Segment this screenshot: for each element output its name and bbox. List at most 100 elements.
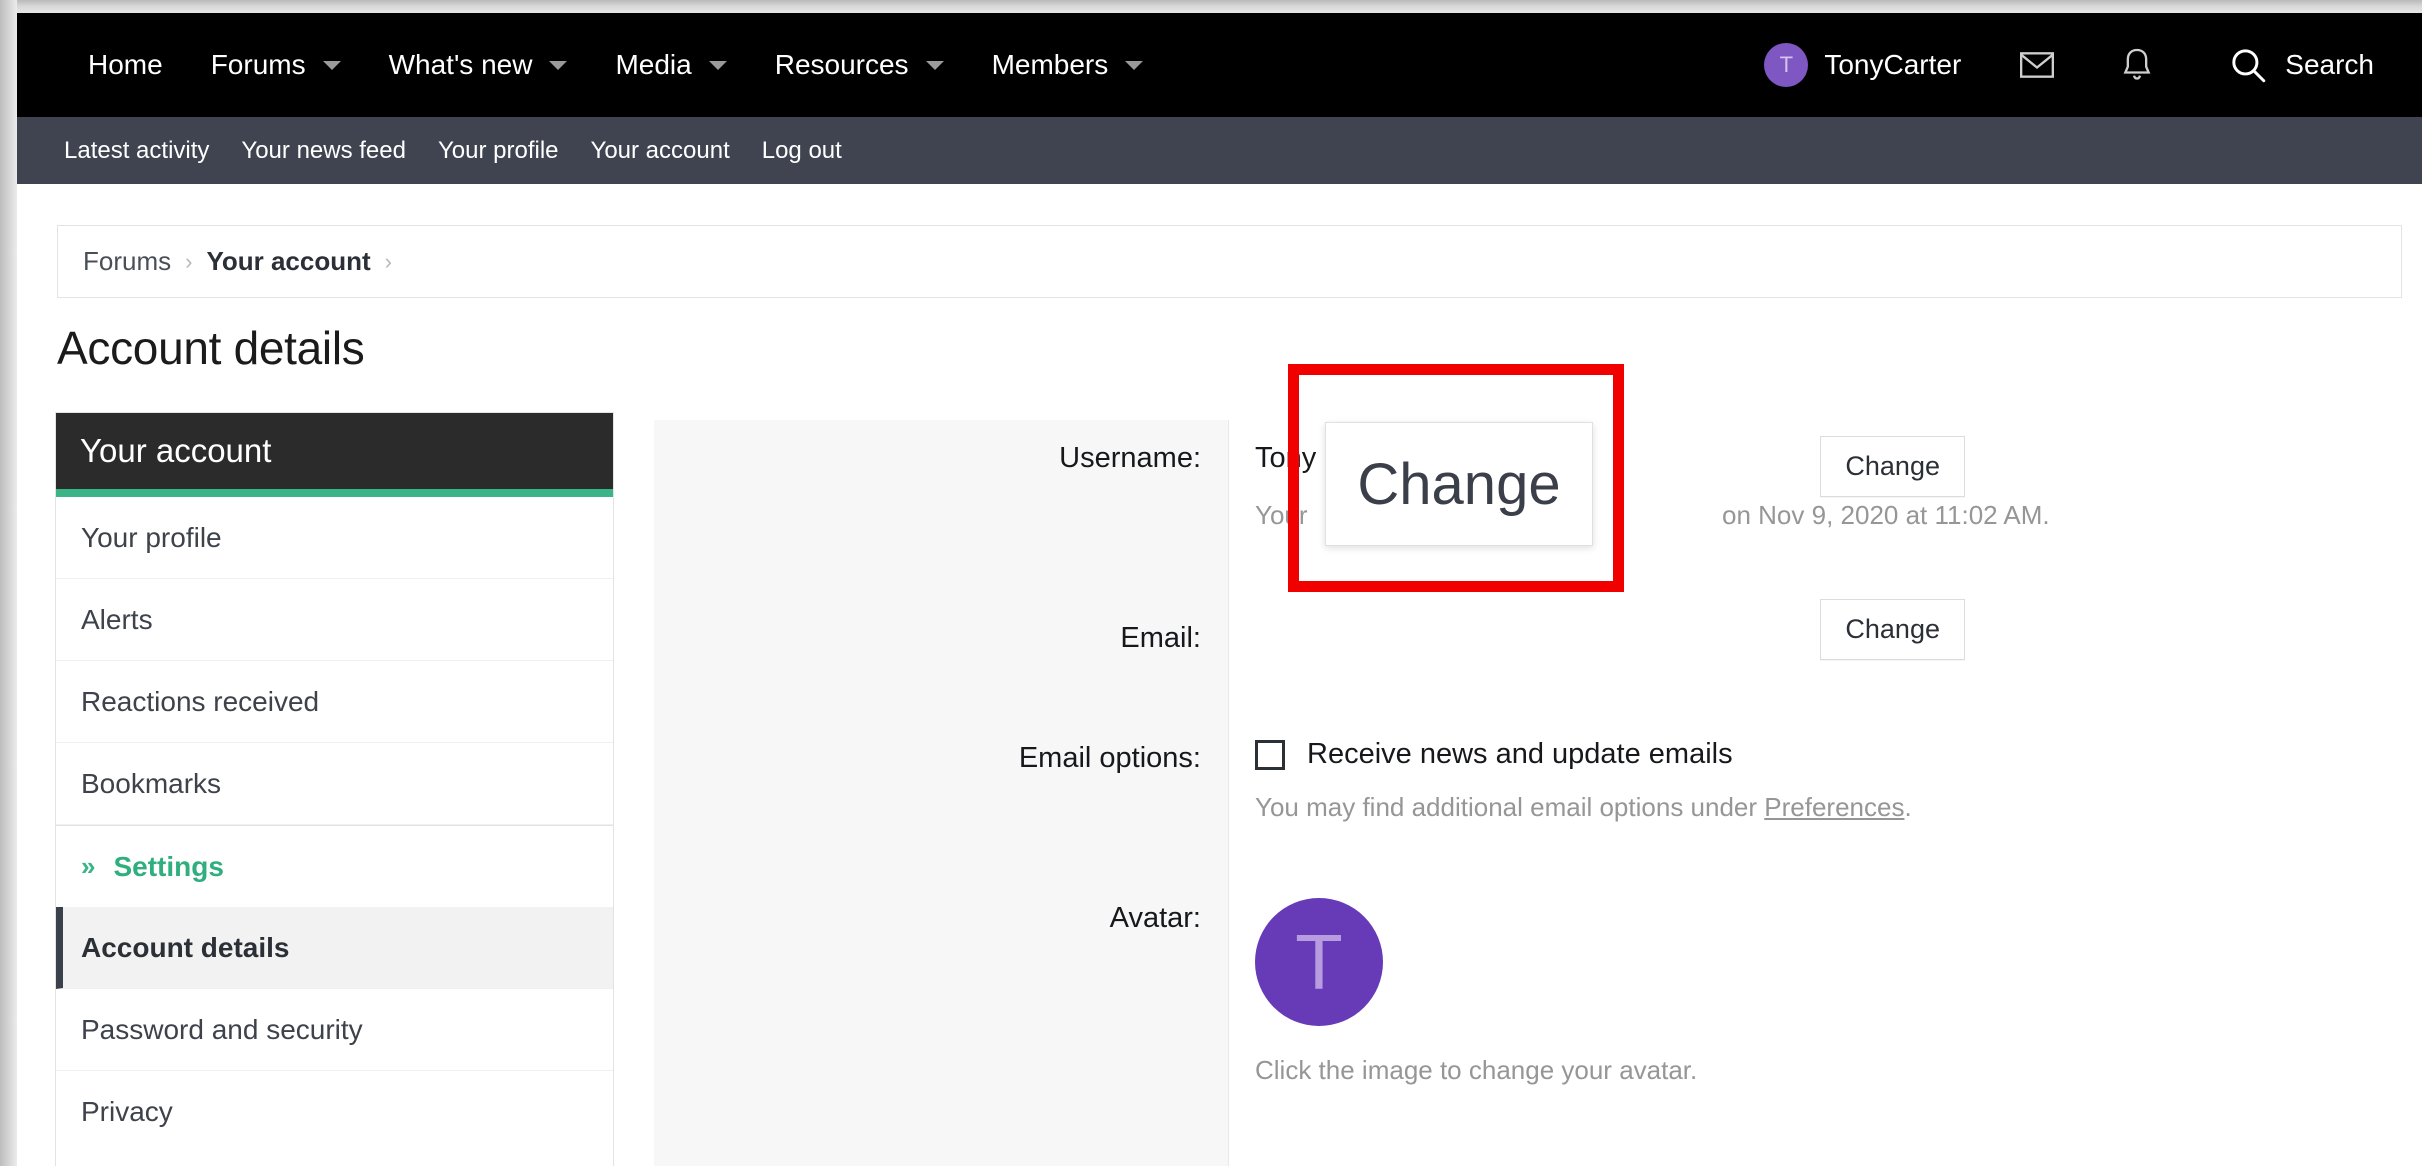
sidebar-item-label: Password and security: [81, 1013, 363, 1045]
sidebar-item-privacy[interactable]: Privacy: [56, 1071, 613, 1153]
window-edge-top: [0, 0, 2422, 13]
page-content: Forums › Your account › Account details …: [17, 184, 2422, 1166]
chevron-down-icon[interactable]: [925, 60, 944, 70]
form-label-text: Email:: [1120, 622, 1201, 654]
subnav-item-your-news-feed[interactable]: Your news feed: [225, 137, 422, 165]
avatar-image-button[interactable]: T: [1255, 898, 1383, 1026]
sidebar-item-password-and-security[interactable]: Password and security: [56, 989, 613, 1071]
bell-icon: [2123, 48, 2151, 80]
sidebar-item-your-profile[interactable]: Your profile: [56, 497, 613, 579]
form-label-text: Username:: [1059, 442, 1201, 474]
sidebar-item-reactions-received[interactable]: Reactions received: [56, 661, 613, 743]
sidebar-item-label: Your profile: [81, 521, 222, 553]
window-edge-left: [0, 0, 17, 1166]
breadcrumb-separator-icon: ›: [384, 248, 392, 274]
change-username-button[interactable]: Change: [1820, 436, 1965, 497]
receive-news-checkbox[interactable]: [1255, 739, 1285, 770]
nav-item-label: Resources: [774, 49, 909, 80]
chevron-down-icon[interactable]: [708, 60, 727, 70]
page-title: Account details: [57, 322, 365, 374]
breadcrumb: Forums › Your account ›: [57, 225, 2402, 298]
annotation-magnified-change-button[interactable]: Change: [1325, 422, 1593, 546]
nav-item-members[interactable]: Members: [968, 13, 1168, 117]
nav-item-resources[interactable]: Resources: [751, 13, 968, 117]
change-email-button[interactable]: Change: [1820, 599, 1965, 660]
user-name-label: TonyCarter: [1824, 49, 1962, 80]
nav-item-label: Home: [88, 49, 163, 80]
form-label-username: Username:: [654, 420, 1229, 600]
chevron-down-icon[interactable]: [1125, 60, 1144, 70]
form-label-avatar: Avatar:: [654, 880, 1229, 1166]
sidebar-item-label: Account details: [81, 931, 290, 963]
sidebar-item-alerts[interactable]: Alerts: [56, 579, 613, 661]
email-options-hint: You may find additional email options un…: [1255, 789, 2402, 825]
user-menu-button[interactable]: T TonyCarter: [1738, 43, 1987, 87]
nav-item-label: Forums: [210, 49, 306, 80]
breadcrumb-item-forums[interactable]: Forums: [83, 246, 171, 277]
search-label: Search: [2285, 49, 2374, 80]
primary-navigation-bar: Home Forums What's new Media Resources M…: [17, 13, 2422, 117]
sidebar-section-settings[interactable]: » Settings: [56, 825, 613, 907]
alerts-button[interactable]: [2087, 45, 2187, 85]
sidebar-section-label: Settings: [113, 850, 224, 882]
sidebar-header-label: Your account: [80, 432, 272, 469]
subnav-item-your-profile[interactable]: Your profile: [422, 137, 575, 165]
change-email-button-label: Change: [1845, 614, 1940, 644]
form-row-email-options: Email options: Receive news and update e…: [654, 720, 2402, 880]
breadcrumb-item-your-account[interactable]: Your account: [206, 246, 370, 277]
username-hint-after: on Nov 9, 2020 at 11:02 AM.: [1722, 499, 2050, 530]
sidebar-item-label: Bookmarks: [81, 767, 222, 799]
username-hint-before: Your: [1255, 499, 1308, 530]
secondary-navigation-bar: Latest activity Your news feed Your prof…: [17, 117, 2422, 184]
chevron-down-icon[interactable]: [549, 60, 568, 70]
browser-screenshot: Home Forums What's new Media Resources M…: [0, 0, 2422, 1166]
form-label-email: Email:: [654, 600, 1229, 720]
nav-item-forums[interactable]: Forums: [187, 13, 365, 117]
subnav-item-log-out[interactable]: Log out: [746, 137, 858, 165]
sidebar-accent-bar: [56, 489, 613, 497]
form-row-email: Email: Change: [654, 599, 2402, 720]
form-value-avatar: T Click the image to change your avatar.: [1229, 880, 2402, 1166]
nav-item-label: Media: [615, 49, 692, 80]
change-username-button-label: Change: [1845, 451, 1940, 481]
email-options-hint-pre: You may find additional email options un…: [1255, 792, 1765, 822]
subnav-item-your-account[interactable]: Your account: [575, 137, 746, 165]
nav-item-label: What's new: [388, 49, 533, 80]
avatar: T: [1764, 43, 1809, 87]
annotation-magnified-label: Change: [1357, 451, 1561, 517]
double-chevron-right-icon: »: [81, 851, 96, 881]
sidebar-item-label: Privacy: [81, 1096, 173, 1127]
sidebar-item-label: Reactions received: [81, 685, 320, 717]
receive-news-checkbox-row[interactable]: Receive news and update emails: [1255, 738, 2402, 771]
form-label-text: Email options:: [1018, 742, 1201, 774]
avatar-hint: Click the image to change your avatar.: [1255, 1055, 1698, 1085]
email-options-hint-post: .: [1904, 792, 1912, 822]
subnav-item-latest-activity[interactable]: Latest activity: [64, 137, 225, 165]
sidebar-header: Your account: [56, 413, 613, 489]
search-icon: [2232, 49, 2266, 83]
preferences-link[interactable]: Preferences: [1764, 792, 1904, 822]
sidebar-item-account-details[interactable]: Account details: [56, 907, 613, 989]
avatar-initial: T: [1779, 52, 1794, 77]
breadcrumb-separator-icon: ›: [185, 248, 193, 274]
primary-nav-items: Home Forums What's new Media Resources M…: [17, 13, 1167, 117]
form-label-email-options: Email options:: [654, 720, 1229, 880]
primary-nav-user-area: T TonyCarter Search: [1738, 43, 2422, 87]
sidebar-item-label: Alerts: [81, 603, 153, 635]
account-sidebar: Your account Your profile Alerts Reactio…: [55, 412, 614, 1166]
inbox-button[interactable]: [1987, 45, 2087, 85]
sidebar-item-bookmarks[interactable]: Bookmarks: [56, 743, 613, 825]
chevron-down-icon[interactable]: [322, 60, 341, 70]
receive-news-checkbox-label: Receive news and update emails: [1307, 738, 1733, 770]
nav-item-label: Members: [991, 49, 1109, 80]
nav-item-media[interactable]: Media: [591, 13, 750, 117]
form-row-avatar: Avatar: T Click the image to change your…: [654, 880, 2402, 1166]
form-value-email: Change: [1229, 599, 2402, 720]
nav-item-whats-new[interactable]: What's new: [365, 13, 592, 117]
nav-item-home[interactable]: Home: [64, 13, 187, 117]
form-value-email-options: Receive news and update emails You may f…: [1229, 720, 2402, 880]
avatar-initial: T: [1295, 917, 1343, 1006]
search-button[interactable]: Search: [2187, 44, 2374, 86]
form-label-text: Avatar:: [1109, 902, 1201, 934]
envelope-icon: [2020, 52, 2055, 78]
